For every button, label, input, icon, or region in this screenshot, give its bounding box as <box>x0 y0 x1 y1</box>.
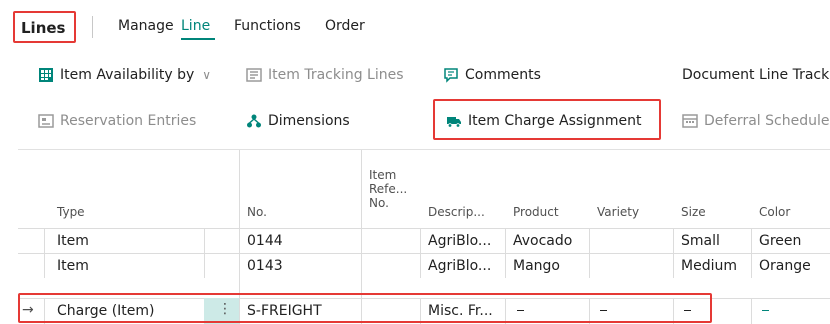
header-item-ref-line2: Refe... <box>369 182 408 196</box>
cell-product[interactable]: Avocado <box>513 233 572 249</box>
cell-color[interactable]: Green <box>759 233 801 249</box>
cell-divider <box>44 229 45 253</box>
document-line-tracking-label: Document Line Track <box>682 67 830 83</box>
dimensions-button[interactable]: Dimensions <box>246 113 350 129</box>
tab-order[interactable]: Order <box>325 18 365 34</box>
cell-divider <box>751 254 752 278</box>
tab-functions[interactable]: Functions <box>234 18 301 34</box>
deferral-schedule-button[interactable]: Deferral Schedule <box>682 113 829 129</box>
tab-lines[interactable]: Lines <box>21 19 65 37</box>
item-tracking-lines-label: Item Tracking Lines <box>268 67 404 83</box>
dimensions-label: Dimensions <box>268 113 350 129</box>
action-tab-bar: Lines Manage Line Functions Order <box>0 0 830 52</box>
header-type[interactable]: Type <box>57 205 85 219</box>
cell-color-empty[interactable] <box>762 310 769 311</box>
dimensions-icon <box>246 113 262 129</box>
cell-divider <box>420 229 421 253</box>
cell-divider <box>420 254 421 278</box>
tab-manage[interactable]: Manage <box>118 18 174 34</box>
table-row[interactable]: Item 0143 AgriBlo... Mango Medium Orange <box>18 253 830 278</box>
cell-type[interactable]: Item <box>57 258 89 274</box>
cell-divider <box>751 229 752 253</box>
item-availability-button[interactable]: Item Availability by ∨ <box>38 67 211 83</box>
item-tracking-lines-button[interactable]: Item Tracking Lines <box>246 67 404 83</box>
cell-product[interactable]: Mango <box>513 258 560 274</box>
cell-divider <box>673 254 674 278</box>
document-line-tracking-button[interactable]: Document Line Track <box>682 67 829 83</box>
table-row[interactable]: Item 0144 AgriBlo... Avocado Small Green <box>18 228 830 253</box>
header-product[interactable]: Product <box>513 205 559 219</box>
item-charge-assignment-label: Item Charge Assignment <box>468 113 642 129</box>
cell-divider <box>239 229 240 253</box>
cell-divider <box>361 254 362 278</box>
cell-description[interactable]: AgriBlo... <box>428 233 491 249</box>
comments-button[interactable]: Comments <box>443 67 541 83</box>
header-item-ref-line3: No. <box>369 196 389 210</box>
item-charge-assignment-button[interactable]: Item Charge Assignment <box>446 113 641 129</box>
actions-divider <box>18 149 830 150</box>
reservation-entries-button[interactable]: Reservation Entries <box>38 113 196 129</box>
cell-divider <box>673 229 674 253</box>
cell-type[interactable]: Item <box>57 233 89 249</box>
cell-divider <box>505 229 506 253</box>
tab-divider <box>92 16 93 38</box>
cell-size[interactable]: Medium <box>681 258 737 274</box>
header-color[interactable]: Color <box>759 205 790 219</box>
cell-divider <box>751 299 752 324</box>
header-description[interactable]: Descrip... <box>428 205 485 219</box>
reservation-icon <box>38 113 54 129</box>
cell-no[interactable]: 0144 <box>247 233 283 249</box>
cell-color[interactable]: Orange <box>759 258 811 274</box>
deferral-schedule-label: Deferral Schedule <box>704 113 830 129</box>
cell-divider <box>204 254 205 278</box>
charge-row-highlight-box <box>18 293 712 323</box>
item-availability-label: Item Availability by <box>60 67 195 83</box>
truck-icon <box>446 113 462 129</box>
cell-divider <box>239 254 240 278</box>
cell-size[interactable]: Small <box>681 233 720 249</box>
comments-label: Comments <box>465 67 541 83</box>
comment-icon <box>443 67 459 83</box>
cell-divider <box>589 229 590 253</box>
tab-line[interactable]: Line <box>181 18 210 34</box>
schedule-icon <box>682 113 698 129</box>
header-size[interactable]: Size <box>681 205 706 219</box>
cell-no[interactable]: 0143 <box>247 258 283 274</box>
grid-calendar-icon <box>38 67 54 83</box>
cell-divider <box>589 254 590 278</box>
header-item-reference-no[interactable]: Item Refe... No. <box>369 168 407 210</box>
header-variety[interactable]: Variety <box>597 205 639 219</box>
tab-line-active-indicator <box>181 38 215 40</box>
cell-divider <box>44 254 45 278</box>
header-no[interactable]: No. <box>247 205 267 219</box>
cell-divider <box>204 229 205 253</box>
cell-description[interactable]: AgriBlo... <box>428 258 491 274</box>
cell-divider <box>505 254 506 278</box>
chevron-down-icon: ∨ <box>202 68 212 82</box>
cell-divider <box>361 229 362 253</box>
tracking-lines-icon <box>246 67 262 83</box>
header-item-ref-line1: Item <box>369 168 397 182</box>
reservation-entries-label: Reservation Entries <box>60 113 197 129</box>
